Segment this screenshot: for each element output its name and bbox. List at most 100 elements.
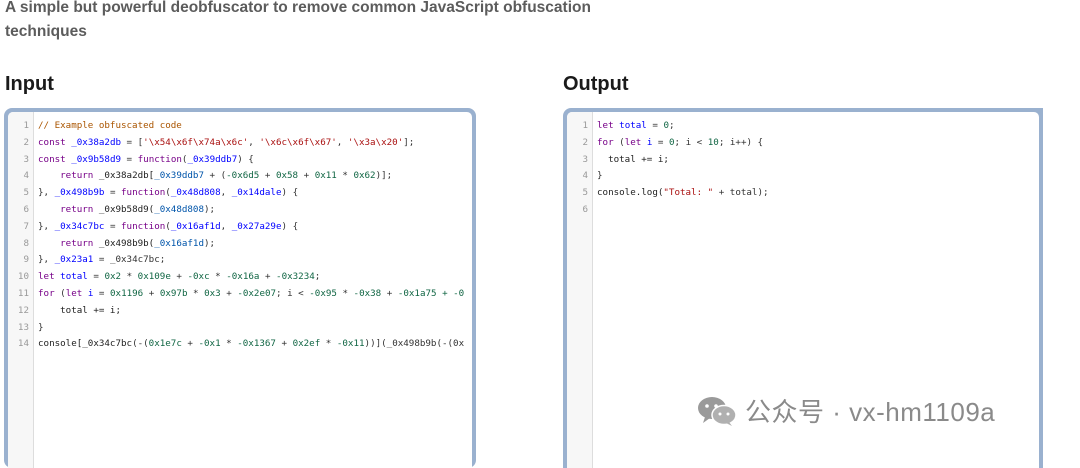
code-token: 0x11	[314, 170, 337, 182]
code-token: -0xc	[187, 271, 210, 283]
output-line-number: 3	[582, 153, 588, 165]
code-token: for	[597, 136, 614, 148]
code-token: 0x2ef	[292, 338, 321, 350]
input-line-number: 12	[17, 304, 29, 316]
output-heading: Output	[563, 73, 629, 95]
code-token: _0x39ddb7	[187, 153, 238, 165]
code-token: *	[336, 287, 354, 299]
input-code-line: total += i;	[38, 303, 472, 320]
code-token: }	[597, 170, 603, 182]
code-token: (	[613, 136, 625, 148]
code-token: function	[121, 187, 166, 199]
code-token: ; i <	[674, 136, 708, 148]
code-token: total	[60, 271, 88, 283]
input-code-area[interactable]: // Example obfuscated code const _0x38a2d…	[34, 112, 472, 468]
code-token: function	[121, 220, 166, 232]
output-code-line: let total = 0;	[597, 118, 1039, 135]
code-token: _0x39ddb7	[154, 170, 204, 182]
code-token: -0x3234	[276, 271, 315, 283]
code-token: 10	[707, 136, 719, 148]
code-token: _0x9b58d9	[71, 153, 122, 165]
code-token: _0x498b9b(	[93, 237, 155, 249]
code-token: '\x54\x6f\x74a\x6c'	[143, 136, 249, 148]
code-token: + -0	[436, 287, 465, 299]
code-token: },	[38, 187, 55, 199]
code-token: +	[170, 271, 188, 283]
code-token: +	[381, 287, 398, 299]
input-code-line: }, _0x34c7bc = function(_0x16af1d, _0x27…	[38, 219, 472, 236]
code-token: = [	[121, 136, 144, 148]
input-line-number: 1	[23, 120, 29, 131]
code-token: _0x14dale	[231, 187, 282, 199]
code-token: ))](_0x498b9b(-(0x	[364, 338, 465, 350]
code-token: = _0x34c7bc;	[93, 254, 166, 266]
input-line-number: 14	[17, 338, 29, 350]
output-line-number: 2	[582, 136, 588, 148]
input-editor-frame: 1 2 3 4 5 6 7 8 9 10 11 12 13 14 // Example obfuscate…	[4, 108, 476, 468]
code-token: -0x6d5	[226, 170, 260, 182]
code-token: ; i++) {	[718, 136, 764, 148]
code-token: 0x1e7c	[148, 338, 182, 350]
code-token: total	[619, 120, 647, 131]
code-token: +	[181, 338, 199, 350]
input-code-line: const _0x38a2db = ['\x54\x6f\x74a\x6c', …	[38, 135, 472, 152]
code-token: ;	[668, 120, 675, 131]
code-token: );	[204, 237, 216, 249]
input-code-editor[interactable]: 1 2 3 4 5 6 7 8 9 10 11 12 13 14 // Example obfuscate…	[8, 112, 472, 468]
code-token: _0x34c7bc	[54, 220, 105, 232]
watermark: 公众号 · vx-hm1109a	[697, 392, 995, 429]
code-token: _0x16af1d	[170, 220, 221, 232]
code-token: )];	[375, 170, 393, 182]
input-code-line: for (let i = 0x1196 + 0x97b * 0x3 + -0x2…	[38, 286, 472, 303]
code-token: return	[60, 237, 94, 249]
code-token: );	[204, 203, 216, 215]
code-token: return	[60, 170, 94, 182]
input-line-number: 10	[17, 271, 29, 283]
input-line-number: 8	[23, 237, 29, 249]
code-token: ];	[403, 136, 415, 148]
input-line-number: 7	[23, 220, 29, 232]
code-token: ,	[220, 187, 232, 199]
code-token: ; i <	[276, 287, 310, 299]
code-token: *	[320, 338, 337, 350]
input-line-gutter: 1 2 3 4 5 6 7 8 9 10 11 12 13 14	[8, 112, 34, 468]
input-line-number: 4	[23, 170, 29, 182]
code-token: let	[624, 136, 642, 148]
code-token: -0x2e07	[237, 287, 277, 299]
input-line-number: 11	[17, 287, 29, 299]
input-code-line: return _0x9b58d9(_0x48d808);	[38, 202, 472, 219]
code-token: }	[38, 321, 44, 333]
code-token: =	[93, 287, 110, 299]
input-code-line: console[_0x34c7bc(-(0x1e7c + -0x1 * -0x1…	[38, 336, 472, 353]
code-token: _0x34c7bc	[82, 338, 133, 350]
code-token: const	[38, 136, 66, 148]
code-token: _0x38a2db[	[93, 170, 155, 182]
code-token: ,	[248, 136, 260, 148]
code-token: console[	[38, 338, 83, 350]
code-token: (-(	[132, 338, 149, 350]
code-token: let	[38, 271, 55, 283]
code-token: _0x48d808	[154, 203, 204, 215]
code-token: 0x97b	[159, 287, 188, 299]
code-token: =	[104, 187, 122, 199]
code-token: -0x1367	[237, 338, 276, 350]
code-token: *	[220, 338, 238, 350]
input-line-number: 3	[23, 153, 29, 165]
code-token: =	[121, 153, 138, 165]
code-token: *	[336, 170, 354, 182]
code-token: ;	[314, 271, 321, 283]
code-token: -0x95	[309, 287, 337, 299]
code-token: =	[646, 120, 664, 131]
output-code-line: console.log("Total: " + total);	[597, 185, 1039, 202]
code-token: _0x16af1d	[154, 237, 204, 249]
code-token: +	[259, 271, 277, 283]
output-line-number: 4	[582, 170, 588, 182]
code-token: +	[220, 287, 238, 299]
code-token: let	[65, 287, 83, 299]
code-token: 0x58	[275, 170, 299, 182]
code-token: ) {	[281, 187, 299, 199]
code-token: -0x1a75	[397, 287, 437, 299]
code-token: 0x62	[353, 170, 376, 182]
code-token: "Total: "	[663, 187, 714, 199]
